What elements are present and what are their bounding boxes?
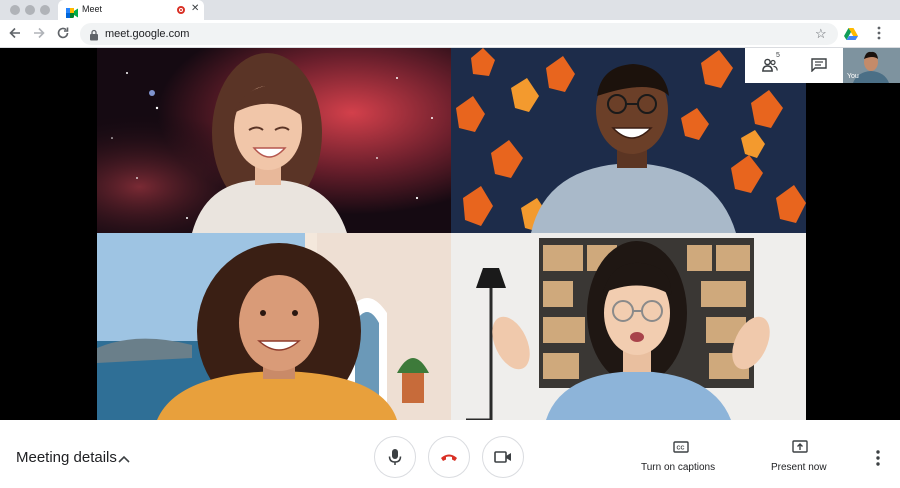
captions-icon[interactable]: CC bbox=[673, 440, 689, 459]
participant-video-4 bbox=[451, 233, 806, 420]
kebab-menu-icon[interactable] bbox=[876, 25, 882, 46]
chat-icon[interactable] bbox=[811, 58, 827, 77]
camera-button[interactable] bbox=[482, 436, 524, 478]
participant-count-badge: 5 bbox=[776, 52, 780, 59]
arrow-right-icon[interactable] bbox=[31, 25, 49, 43]
microphone-button[interactable] bbox=[374, 436, 416, 478]
tab-close-icon[interactable]: ✕ bbox=[191, 3, 199, 15]
svg-text:CC: CC bbox=[677, 446, 685, 452]
window-minimize-dot[interactable] bbox=[25, 5, 35, 15]
browser-toolbar: meet.google.com ☆ bbox=[0, 20, 900, 48]
tab-title: Meet bbox=[82, 4, 103, 14]
window-close-dot[interactable] bbox=[10, 5, 20, 15]
lock-icon[interactable] bbox=[89, 28, 99, 46]
chevron-up-icon[interactable] bbox=[118, 451, 130, 469]
meeting-top-panel: 5 bbox=[745, 48, 843, 83]
arrow-left-icon[interactable] bbox=[7, 25, 25, 43]
window-maximize-dot[interactable] bbox=[40, 5, 50, 15]
participant-video-3 bbox=[97, 233, 451, 420]
participant-video-1 bbox=[97, 48, 451, 233]
meeting-details-button[interactable]: Meeting details bbox=[16, 449, 117, 466]
captions-button-label[interactable]: Turn on captions bbox=[641, 462, 715, 473]
meeting-controls-bar: Meeting details CC Turn on captions Pres… bbox=[0, 420, 900, 488]
address-bar[interactable]: meet.google.com ☆ bbox=[80, 23, 838, 45]
star-icon[interactable]: ☆ bbox=[815, 26, 827, 42]
hang-up-button[interactable] bbox=[428, 436, 470, 478]
drive-icon[interactable] bbox=[844, 27, 858, 45]
present-button-label[interactable]: Present now bbox=[771, 462, 827, 473]
present-icon[interactable] bbox=[792, 440, 808, 459]
self-view-tile[interactable]: You bbox=[843, 48, 900, 83]
browser-tab-meet[interactable]: Meet ✕ bbox=[58, 0, 204, 20]
browser-tab-strip: Meet ✕ bbox=[0, 0, 900, 20]
reload-icon[interactable] bbox=[55, 25, 73, 43]
participant-tile-1[interactable] bbox=[97, 48, 451, 233]
self-view-label: You bbox=[847, 73, 859, 80]
meeting-stage bbox=[0, 48, 900, 420]
recording-indicator-icon bbox=[177, 6, 185, 14]
more-options-icon[interactable] bbox=[873, 449, 883, 472]
people-icon[interactable] bbox=[762, 58, 778, 77]
participant-tile-4[interactable] bbox=[451, 233, 806, 420]
participant-tile-3[interactable] bbox=[97, 233, 451, 420]
url-text[interactable]: meet.google.com bbox=[105, 28, 189, 40]
